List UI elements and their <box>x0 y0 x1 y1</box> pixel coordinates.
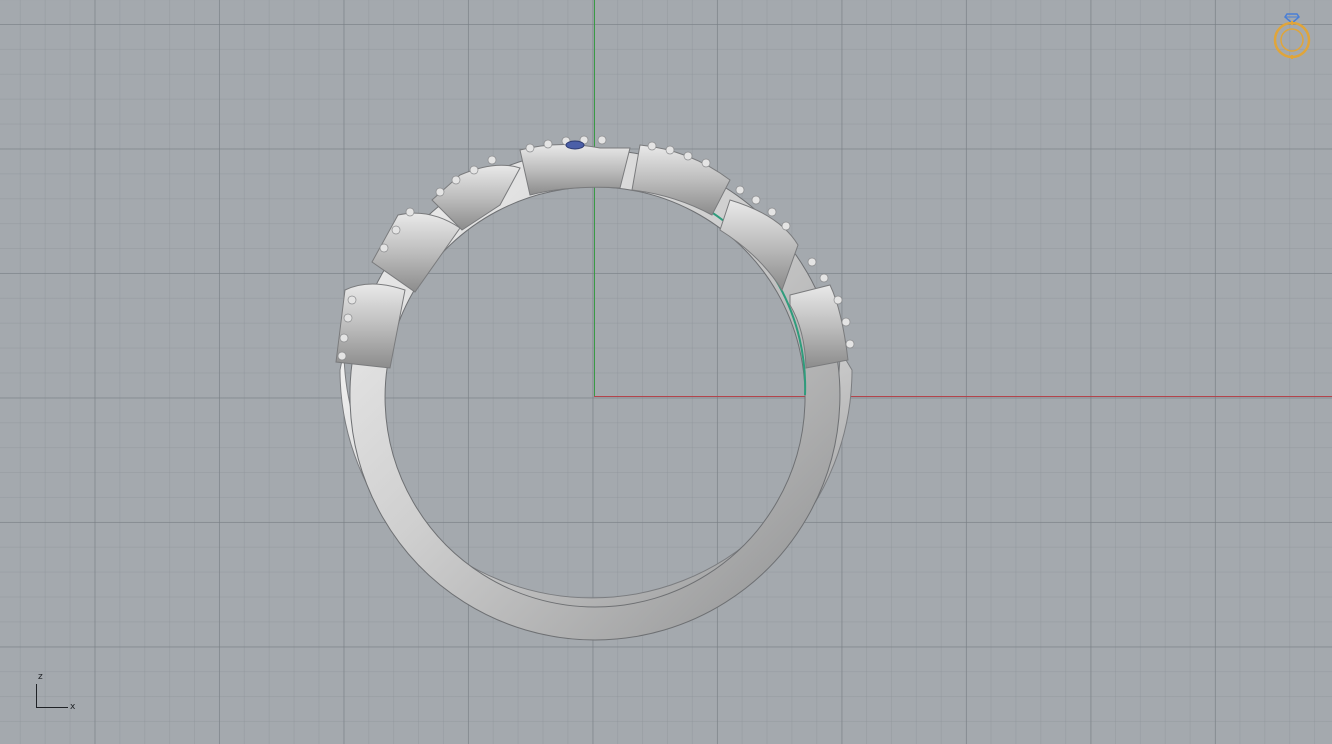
segment-6 <box>719 199 799 292</box>
ring-band <box>339 348 853 627</box>
center-gem <box>565 140 585 150</box>
gizmo-x-label: x <box>70 702 76 712</box>
gizmo-z-label: z <box>38 672 43 682</box>
segment-1 <box>335 283 406 369</box>
ring-top-segments <box>335 143 849 369</box>
ring-model[interactable] <box>0 0 1332 744</box>
segment-4 <box>519 143 631 196</box>
gizmo-z-line <box>36 684 37 707</box>
ring-with-gem-icon[interactable] <box>1270 8 1314 62</box>
axis-gizmo: z x <box>30 670 80 716</box>
viewport-front[interactable]: z x <box>0 0 1332 744</box>
gizmo-x-line <box>36 707 68 708</box>
